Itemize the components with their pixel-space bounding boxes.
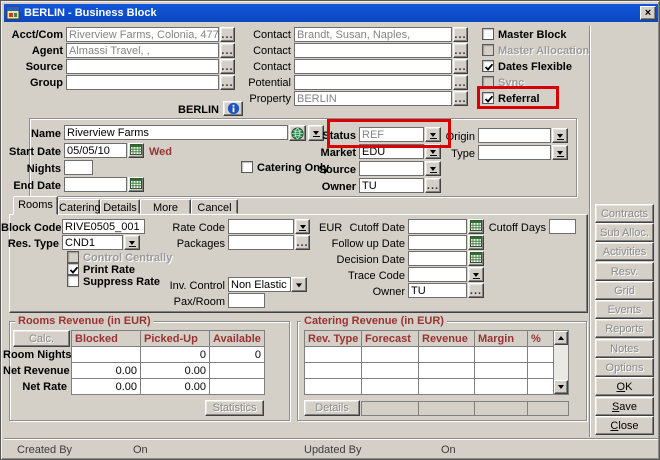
block-code-label: Block Code	[1, 222, 59, 235]
packages-lookup-button[interactable]: ...	[295, 235, 310, 250]
follow-up-date-label: Follow up Date	[325, 238, 405, 251]
rate-code-label: Rate Code	[165, 222, 225, 235]
suppress-rate-label: Suppress Rate	[83, 276, 160, 288]
suppress-rate-checkbox[interactable]	[67, 275, 79, 287]
control-centrally-label: Control Centrally	[83, 252, 172, 264]
combo-arrow-icon	[296, 283, 302, 287]
owner2-label: Owner	[325, 286, 405, 299]
decision-date-label: Decision Date	[325, 254, 405, 267]
ellipsis-icon: ...	[296, 239, 309, 247]
list-arrow-icon	[129, 241, 135, 245]
list-arrow-icon	[473, 273, 479, 277]
business-block-window: BERLIN - Business Block × Acct/Com River…	[0, 0, 660, 460]
control-centrally-checkbox	[67, 251, 79, 263]
res-type-list-button[interactable]	[124, 235, 140, 250]
rate-code-field[interactable]	[228, 219, 294, 234]
inv-control-label: Inv. Control	[155, 280, 225, 293]
cutoff-date-calendar-button[interactable]	[468, 219, 484, 234]
ellipsis-icon: ...	[469, 287, 483, 295]
follow-up-date-calendar-button[interactable]	[468, 235, 484, 250]
packages-field[interactable]	[228, 235, 294, 250]
follow-up-date-field[interactable]	[408, 235, 467, 250]
cutoff-days-field[interactable]	[549, 219, 576, 234]
rate-code-list-button[interactable]	[295, 219, 310, 234]
calendar-icon	[470, 236, 482, 247]
trace-code-label: Trace Code	[325, 270, 405, 283]
trace-code-field[interactable]	[408, 267, 467, 282]
calendar-icon	[470, 252, 482, 263]
owner2-field[interactable]: TU	[408, 283, 467, 298]
decision-date-calendar-button[interactable]	[468, 251, 484, 266]
block-code-field[interactable]: RIVE0505_001	[62, 219, 145, 234]
packages-label: Packages	[165, 238, 225, 251]
cutoff-days-label: Cutoff Days	[486, 222, 546, 235]
pax-room-label: Pax/Room	[165, 296, 225, 309]
inv-control-select[interactable]: Non Elastic	[228, 277, 291, 292]
decision-date-field[interactable]	[408, 251, 467, 266]
owner2-lookup-button[interactable]: ...	[468, 283, 484, 298]
cutoff-date-field[interactable]	[408, 219, 467, 234]
print-rate-label: Print Rate	[83, 264, 135, 276]
calendar-icon	[470, 220, 482, 231]
res-type-label: Res. Type	[1, 238, 59, 251]
rooms-tab-content: Block Code RIVE0505_001 Res. Type CND1 C…	[1, 1, 660, 460]
inv-control-arrow-button[interactable]	[291, 277, 307, 292]
pax-room-field[interactable]	[228, 293, 265, 308]
print-rate-checkbox[interactable]	[67, 263, 79, 275]
cutoff-date-label: Cutoff Date	[335, 222, 405, 235]
trace-code-list-button[interactable]	[468, 267, 484, 282]
list-arrow-icon	[300, 225, 306, 229]
res-type-field[interactable]: CND1	[62, 235, 123, 250]
